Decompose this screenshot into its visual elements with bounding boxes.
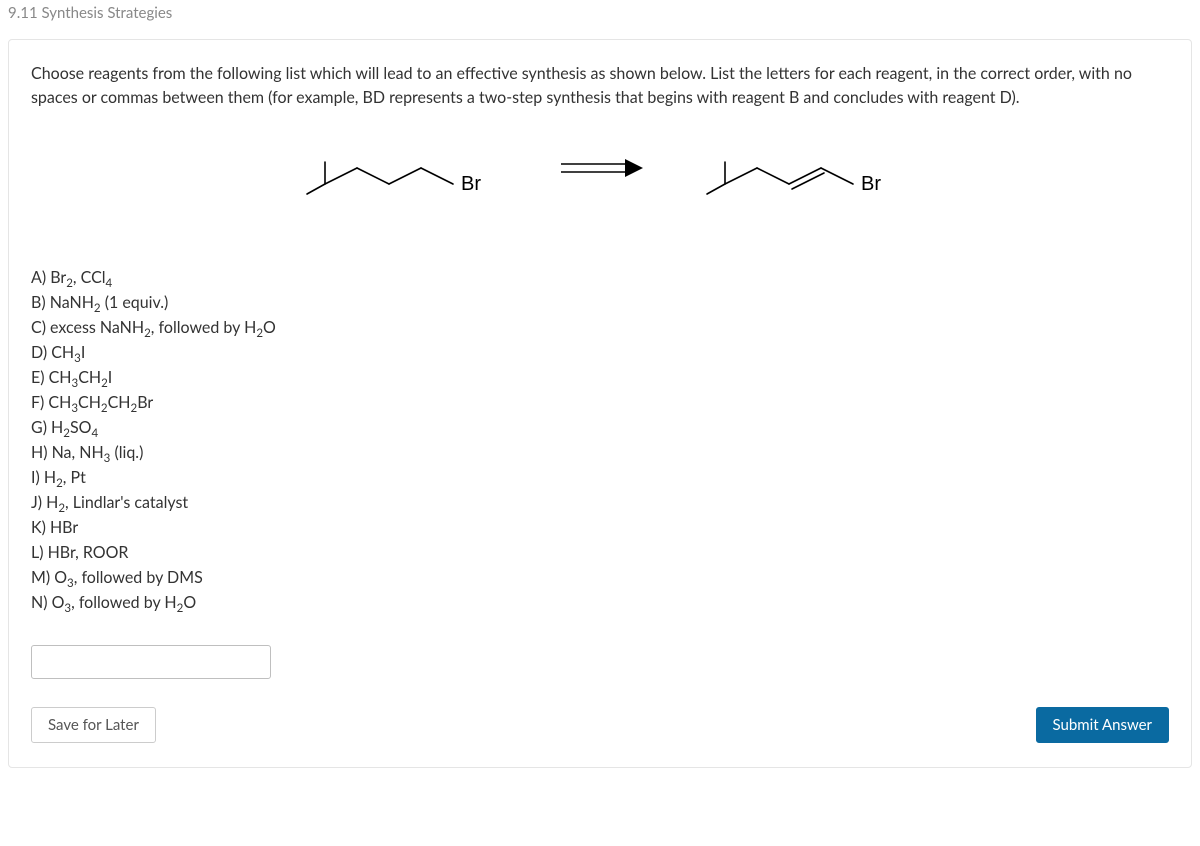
reagent-B: B) NaNH2 (1 equiv.) xyxy=(31,291,1169,315)
save-for-later-button[interactable]: Save for Later xyxy=(31,707,156,743)
reagent-I: I) H2, Pt xyxy=(31,466,1169,490)
section-title: 9.11 Synthesis Strategies xyxy=(8,0,1192,39)
reagent-D: D) CH3I xyxy=(31,341,1169,365)
reagent-J: J) H2, Lindlar's catalyst xyxy=(31,491,1169,515)
reagent-M: M) O3, followed by DMS xyxy=(31,566,1169,590)
reagent-A: A) Br2, CCl4 xyxy=(31,266,1169,290)
question-prompt: Choose reagents from the following list … xyxy=(31,62,1169,110)
reagent-K: K) HBr xyxy=(31,516,1169,540)
reaction-diagram: Br Br xyxy=(31,130,1169,206)
reagent-N: N) O3, followed by H2O xyxy=(31,591,1169,615)
reagent-E: E) CH3CH2I xyxy=(31,366,1169,390)
reagent-H: H) Na, NH3 (liq.) xyxy=(31,441,1169,465)
reagent-L: L) HBr, ROOR xyxy=(31,541,1169,565)
submit-answer-button[interactable]: Submit Answer xyxy=(1036,707,1169,743)
structure-right: Br xyxy=(685,130,915,206)
br-label-left: Br xyxy=(461,173,481,195)
reagent-C: C) excess NaNH2, followed by H2O xyxy=(31,316,1169,340)
structure-left: Br xyxy=(285,130,515,206)
reagent-G: G) H2SO4 xyxy=(31,416,1169,440)
br-label-right: Br xyxy=(861,173,881,195)
question-panel: Choose reagents from the following list … xyxy=(8,39,1192,768)
footer-row: Save for Later Submit Answer xyxy=(31,707,1169,743)
reagent-list: A) Br2, CCl4 B) NaNH2 (1 equiv.) C) exce… xyxy=(31,266,1169,615)
answer-input[interactable] xyxy=(31,645,271,679)
reagent-F: F) CH3CH2CH2Br xyxy=(31,391,1169,415)
reaction-arrow-icon xyxy=(555,153,645,183)
